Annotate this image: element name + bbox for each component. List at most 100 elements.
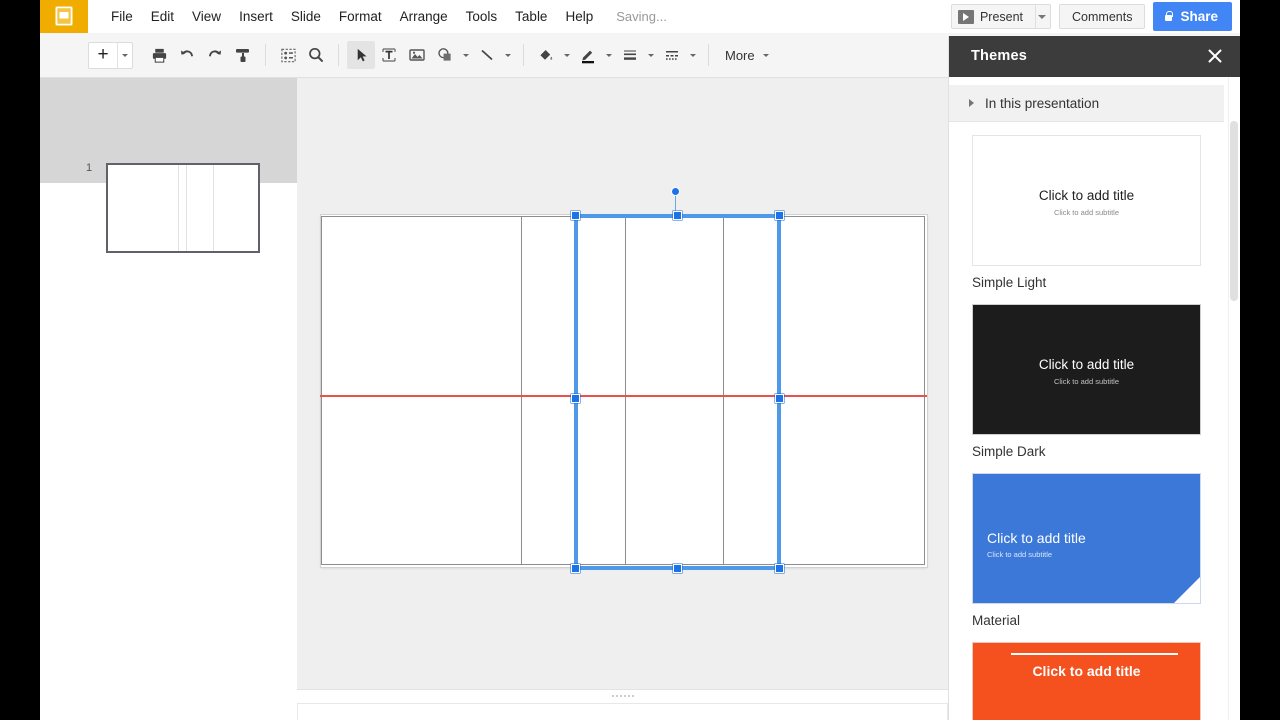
chevron-down-icon[interactable] [1038, 15, 1046, 19]
present-button[interactable]: Present [951, 4, 1051, 29]
theme-divider-rule [1011, 653, 1178, 655]
share-button[interactable]: Share [1153, 2, 1232, 31]
handle-bottom-left[interactable] [571, 564, 580, 573]
themes-section-in-this-presentation[interactable]: In this presentation [949, 85, 1224, 122]
undo-button[interactable] [173, 41, 201, 69]
shape-chevron-down-icon[interactable] [459, 41, 473, 69]
menu-help[interactable]: Help [556, 5, 602, 29]
line-button[interactable] [473, 41, 501, 69]
selection-frame[interactable] [574, 214, 781, 570]
handle-middle-left[interactable] [571, 394, 580, 403]
speaker-notes-pane[interactable] [297, 703, 948, 720]
selection-edge-left [574, 214, 578, 570]
letterbox-right [1240, 0, 1280, 720]
comments-button[interactable]: Comments [1059, 4, 1145, 29]
slide-filmstrip[interactable]: 1 [40, 78, 297, 720]
slides-logo-glyph [53, 5, 75, 27]
line-chevron-down-icon[interactable] [501, 41, 515, 69]
theme-thumbnail[interactable]: Click to add title [972, 642, 1201, 720]
border-chevron-down-icon[interactable] [602, 41, 616, 69]
toolbar-divider-1 [265, 44, 266, 66]
triangle-right-icon[interactable] [969, 99, 974, 107]
menu-tools[interactable]: Tools [457, 5, 507, 29]
insert-image-button[interactable] [403, 41, 431, 69]
material-corner-fold [1174, 577, 1200, 603]
slide-canvas[interactable] [297, 78, 948, 689]
handle-top-right[interactable] [775, 211, 784, 220]
theme-thumbnail[interactable]: Click to add title Click to add subtitle [972, 473, 1201, 604]
menu-view[interactable]: View [183, 5, 230, 29]
layout-icon [280, 47, 297, 64]
zoom-button[interactable] [302, 41, 330, 69]
border-weight-chevron-down-icon[interactable] [644, 41, 658, 69]
shape-button[interactable] [431, 41, 459, 69]
border-color-button[interactable] [574, 41, 602, 69]
paint-format-button[interactable] [229, 41, 257, 69]
fill-chevron-down-icon[interactable] [560, 41, 574, 69]
themes-panel-header: Themes [949, 36, 1240, 77]
theme-subtitle-text: Click to add subtitle [973, 377, 1200, 386]
more-chevron-down-icon[interactable] [759, 41, 773, 69]
present-play-icon [958, 10, 974, 24]
border-weight-button[interactable] [616, 41, 644, 69]
theme-thumbnail[interactable]: Click to add title Click to add subtitle [972, 135, 1201, 266]
redo-button[interactable] [201, 41, 229, 69]
close-icon[interactable] [1205, 46, 1225, 66]
notes-splitter[interactable] [297, 689, 948, 703]
theme-title-text: Click to add title [973, 663, 1200, 679]
google-slides-app: File Edit View Insert Slide Format Arran… [40, 0, 1240, 720]
theme-name: Simple Light [972, 275, 1202, 290]
menu-insert[interactable]: Insert [230, 5, 282, 29]
menu-edit[interactable]: Edit [142, 5, 183, 29]
thumbnail-guide-1 [178, 165, 179, 251]
present-label: Present [980, 10, 1023, 24]
new-slide-chevron-down-icon[interactable] [118, 41, 132, 69]
theme-option-simple-dark[interactable]: Click to add title Click to add subtitle… [972, 304, 1202, 459]
pencil-border-icon [579, 46, 597, 64]
border-dash-chevron-down-icon[interactable] [686, 41, 700, 69]
layout-button[interactable] [274, 41, 302, 69]
letterbox-left [0, 0, 40, 720]
paint-roller-icon [234, 46, 252, 64]
menu-arrange[interactable]: Arrange [391, 5, 457, 29]
select-tool-button[interactable] [347, 41, 375, 69]
menu-slide[interactable]: Slide [282, 5, 330, 29]
menu-bar: File Edit View Insert Slide Format Arran… [40, 0, 1240, 33]
rotate-handle-icon[interactable] [671, 187, 680, 196]
theme-option-material[interactable]: Click to add title Click to add subtitle… [972, 473, 1202, 628]
themes-panel-scrollbar-track[interactable] [1228, 77, 1240, 720]
handle-top-center[interactable] [673, 211, 682, 220]
google-slides-logo[interactable] [40, 0, 88, 33]
slide-thumbnail-1[interactable] [106, 163, 260, 253]
image-icon [408, 46, 426, 64]
more-label[interactable]: More [717, 48, 759, 63]
textbox-button[interactable] [375, 41, 403, 69]
line-icon [478, 46, 496, 64]
themes-panel-title: Themes [971, 48, 1027, 64]
themes-panel-scrollbar-thumb[interactable] [1230, 121, 1238, 301]
print-button[interactable] [145, 41, 173, 69]
menu-format[interactable]: Format [330, 5, 391, 29]
theme-option-orange[interactable]: Click to add title [972, 642, 1202, 720]
theme-name: Simple Dark [972, 444, 1202, 459]
new-slide-control[interactable]: + [88, 42, 133, 69]
border-dash-button[interactable] [658, 41, 686, 69]
handle-bottom-right[interactable] [775, 564, 784, 573]
handle-bottom-center[interactable] [673, 564, 682, 573]
shape-icon [436, 46, 454, 64]
magnifier-icon [307, 46, 325, 64]
line-dash-icon [663, 46, 681, 64]
handle-top-left[interactable] [571, 211, 580, 220]
plus-icon[interactable]: + [89, 43, 117, 68]
handle-middle-right[interactable] [775, 394, 784, 403]
themes-section-label: In this presentation [985, 96, 1099, 111]
table-column-divider-1[interactable] [521, 217, 522, 564]
fill-color-button[interactable] [532, 41, 560, 69]
menu-file[interactable]: File [102, 5, 142, 29]
thumbnail-guide-2 [186, 165, 187, 251]
theme-thumbnail[interactable]: Click to add title Click to add subtitle [972, 304, 1201, 435]
undo-icon [178, 46, 196, 64]
menu-table[interactable]: Table [506, 5, 556, 29]
theme-option-simple-light[interactable]: Click to add title Click to add subtitle… [972, 135, 1202, 290]
themes-panel-body[interactable]: In this presentation Click to add title … [949, 77, 1240, 720]
